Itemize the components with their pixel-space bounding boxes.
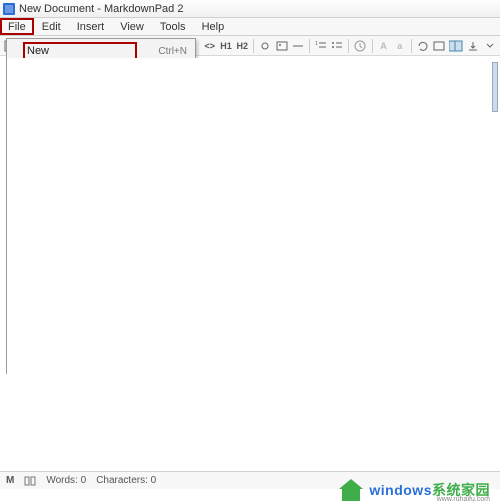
refresh-icon[interactable] bbox=[417, 38, 429, 54]
editor-area[interactable] bbox=[7, 58, 492, 473]
toolbar-separator bbox=[372, 39, 373, 53]
code-button[interactable]: <> bbox=[204, 38, 216, 54]
h2-button[interactable]: H2 bbox=[236, 38, 248, 54]
split-icon[interactable] bbox=[449, 38, 463, 54]
menu-bar: File Edit Insert View Tools Help bbox=[0, 18, 500, 36]
window-title: New Document - MarkdownPad 2 bbox=[19, 3, 183, 15]
timestamp-icon[interactable] bbox=[354, 38, 366, 54]
watermark-url: www.ruhaifu.com bbox=[437, 496, 490, 503]
dropdown-icon[interactable] bbox=[484, 38, 496, 54]
markdown-mode-icon: M bbox=[6, 475, 14, 486]
link-icon[interactable] bbox=[259, 38, 271, 54]
preview-icon[interactable] bbox=[433, 38, 445, 54]
hr-icon[interactable] bbox=[292, 38, 304, 54]
menu-tools[interactable]: Tools bbox=[152, 18, 194, 35]
status-words: Words: 0 bbox=[46, 475, 86, 486]
font2-icon[interactable]: a bbox=[394, 38, 406, 54]
menu-edit[interactable]: Edit bbox=[34, 18, 69, 35]
h1-button[interactable]: H1 bbox=[220, 38, 232, 54]
menu-file[interactable]: File bbox=[0, 18, 34, 35]
menu-view[interactable]: View bbox=[112, 18, 152, 35]
svg-text:1: 1 bbox=[315, 41, 318, 47]
toolbar-separator bbox=[348, 39, 349, 53]
toolbar-separator bbox=[411, 39, 412, 53]
menu-insert[interactable]: Insert bbox=[69, 18, 113, 35]
font-icon[interactable]: A bbox=[377, 38, 389, 54]
app-icon bbox=[3, 3, 15, 15]
export-icon[interactable] bbox=[467, 38, 479, 54]
image-icon[interactable] bbox=[276, 38, 288, 54]
toolbar-separator bbox=[309, 39, 310, 53]
scrollbar-vertical[interactable] bbox=[492, 58, 500, 473]
book-icon bbox=[24, 476, 36, 486]
ol-icon[interactable]: 1 bbox=[315, 38, 327, 54]
status-chars: Characters: 0 bbox=[96, 475, 156, 486]
menu-help[interactable]: Help bbox=[194, 18, 233, 35]
watermark-house-icon bbox=[339, 479, 365, 501]
toolbar-separator bbox=[253, 39, 254, 53]
ul-icon[interactable] bbox=[331, 38, 343, 54]
title-bar: New Document - MarkdownPad 2 bbox=[0, 0, 500, 18]
